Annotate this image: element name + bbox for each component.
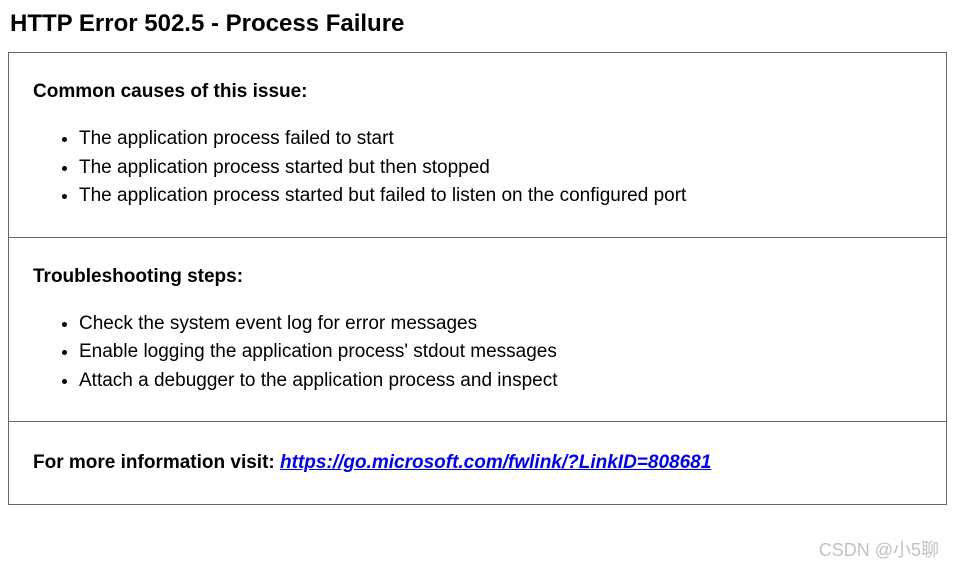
troubleshooting-heading: Troubleshooting steps: bbox=[33, 266, 922, 288]
more-info-link[interactable]: https://go.microsoft.com/fwlink/?LinkID=… bbox=[280, 452, 711, 473]
list-item: Check the system event log for error mes… bbox=[79, 310, 922, 339]
list-item: The application process started but then… bbox=[79, 154, 922, 183]
troubleshooting-section: Troubleshooting steps: Check the system … bbox=[8, 237, 947, 422]
list-item: Attach a debugger to the application pro… bbox=[79, 367, 922, 396]
common-causes-section: Common causes of this issue: The applica… bbox=[8, 52, 947, 237]
list-item: The application process started but fail… bbox=[79, 182, 922, 211]
more-info-label: For more information visit: bbox=[33, 452, 280, 473]
troubleshooting-list: Check the system event log for error mes… bbox=[33, 310, 922, 396]
common-causes-list: The application process failed to start … bbox=[33, 125, 922, 211]
more-info-section: For more information visit: https://go.m… bbox=[8, 421, 947, 505]
list-item: The application process failed to start bbox=[79, 125, 922, 154]
page-title: HTTP Error 502.5 - Process Failure bbox=[0, 0, 955, 52]
list-item: Enable logging the application process' … bbox=[79, 338, 922, 367]
more-info-line: For more information visit: https://go.m… bbox=[33, 452, 922, 474]
watermark: CSDN @小5聊 bbox=[819, 536, 939, 562]
common-causes-heading: Common causes of this issue: bbox=[33, 81, 922, 103]
